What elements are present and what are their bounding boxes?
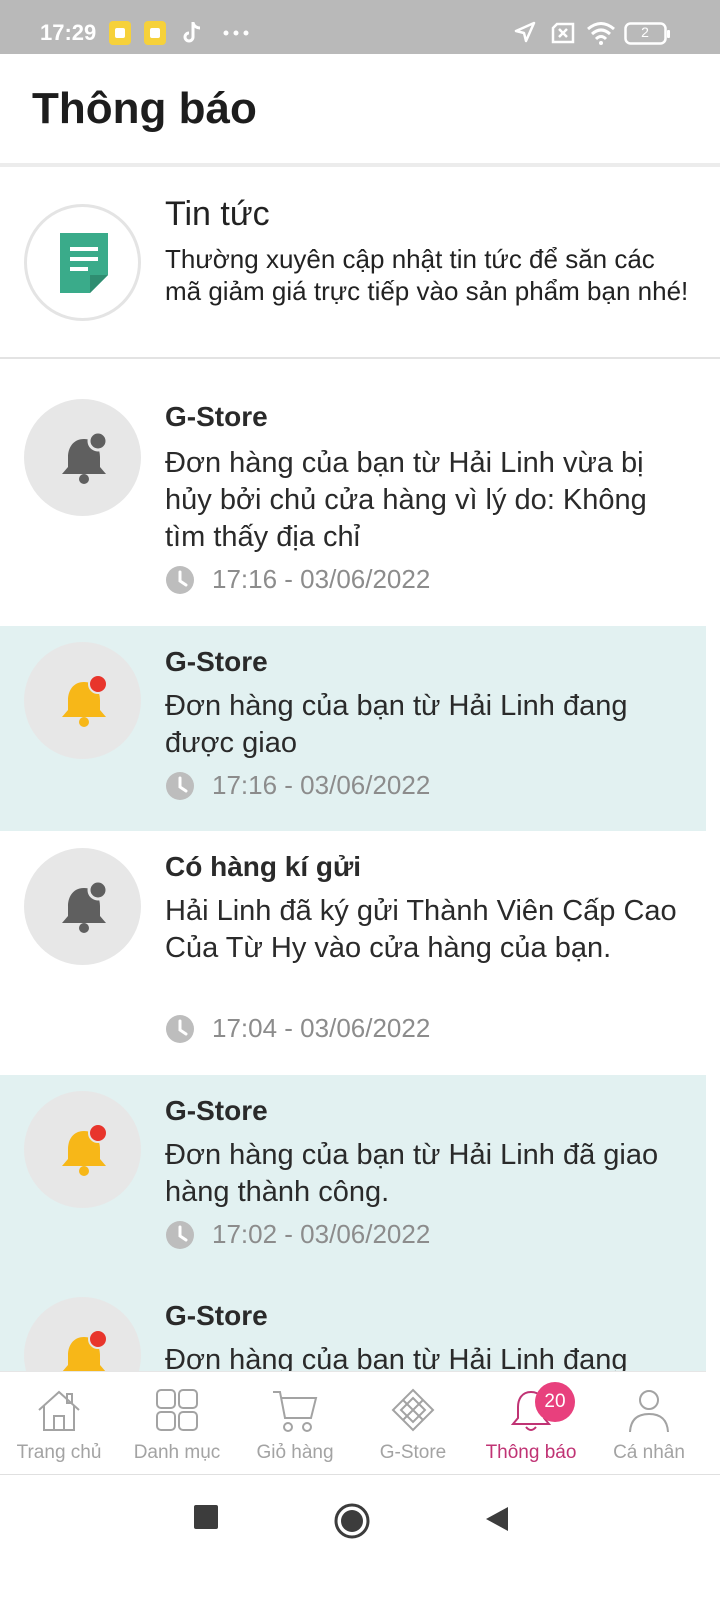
- clock-icon: [166, 772, 194, 800]
- news-item[interactable]: Tin tức Thường xuyên cập nhật tin tức để…: [0, 167, 720, 357]
- clock-icon: [166, 1221, 194, 1249]
- news-title: Tin tức: [165, 195, 270, 233]
- notification-item[interactable]: G-Store Đơn hàng của bạn từ Hải Linh đan…: [0, 626, 706, 831]
- document-icon: [60, 233, 108, 293]
- nav-label: Danh mục: [133, 1442, 221, 1463]
- back-triangle-icon[interactable]: [484, 1505, 510, 1533]
- notification-title: G-Store: [165, 1300, 268, 1331]
- news-avatar: [24, 204, 141, 321]
- nav-item-home[interactable]: Trang chủ: [0, 1372, 118, 1475]
- notification-body: Đơn hàng của bạn từ Hải Linh đang được g…: [165, 690, 628, 759]
- more-dots-icon: [223, 30, 249, 36]
- clock-icon: [166, 1015, 194, 1043]
- notification-item[interactable]: Có hàng kí gửi Hải Linh đã ký gửi Thành …: [0, 831, 706, 1075]
- notification-title: G-Store: [165, 646, 268, 677]
- nav-item-gstore[interactable]: G-Store: [354, 1372, 472, 1475]
- notification-time: 17:16 - 03/06/2022: [212, 564, 431, 594]
- status-bar: 17:29 2: [0, 0, 720, 54]
- bell-unread-icon: [62, 674, 108, 727]
- notification-body: Đơn hàng của bạn từ Hải Linh đang: [165, 1344, 628, 1371]
- nav-item-profile[interactable]: Cá nhân: [590, 1372, 708, 1475]
- cart-icon: [273, 1391, 318, 1432]
- notification-avatar: [24, 642, 141, 759]
- notification-avatar: [24, 848, 141, 965]
- notification-time: 17:02 - 03/06/2022: [212, 1219, 431, 1249]
- app-notification-icon: [109, 21, 131, 45]
- status-time: 17:29: [40, 20, 97, 45]
- notification-body: Đơn hàng của bạn từ Hải Linh đã giao hàn…: [165, 1139, 659, 1208]
- notification-item[interactable]: G-Store Đơn hàng của bạn từ Hải Linh đan…: [0, 1280, 706, 1371]
- clock-icon: [166, 566, 194, 594]
- grid-icon: [156, 1389, 198, 1431]
- wifi-icon: [587, 22, 615, 45]
- battery-icon: 2: [624, 22, 670, 45]
- home-icon: [38, 1390, 80, 1431]
- tiktok-icon: [183, 22, 201, 43]
- location-arrow-icon: [514, 21, 536, 43]
- nav-item-notifications[interactable]: 20 Thông báo: [472, 1372, 590, 1475]
- page-title: Thông báo: [32, 84, 257, 133]
- sim-x-icon: [551, 22, 575, 44]
- system-nav-bar: [0, 1475, 720, 1600]
- nav-label: Cá nhân: [613, 1442, 685, 1463]
- nav-label: Trang chủ: [16, 1442, 102, 1463]
- app-notification-icon: [144, 21, 166, 45]
- notification-time: 17:16 - 03/06/2022: [212, 770, 431, 800]
- bell-unread-icon: [62, 1123, 108, 1176]
- notification-title: Có hàng kí gửi: [165, 851, 362, 882]
- notification-title: G-Store: [165, 401, 268, 432]
- notification-item[interactable]: G-Store Đơn hàng của bạn từ Hải Linh vừa…: [0, 359, 706, 626]
- bell-read-icon: [62, 879, 109, 933]
- bottom-nav: Trang chủ Danh mục Giỏ hàng G-Store 20 T…: [0, 1371, 706, 1474]
- notification-item[interactable]: G-Store Đơn hàng của bạn từ Hải Linh đã …: [0, 1075, 706, 1280]
- notification-body: Hải Linh đã ký gửi Thành Viên Cấp Cao Củ…: [165, 895, 677, 964]
- notification-avatar: [24, 1297, 141, 1371]
- news-description: Thường xuyên cập nhật tin tức để săn các…: [165, 244, 689, 306]
- notification-count-badge: 20: [535, 1382, 575, 1422]
- gstore-logo-icon: [391, 1388, 435, 1432]
- notification-time: 17:04 - 03/06/2022: [212, 1013, 431, 1043]
- notification-avatar: [24, 1091, 141, 1208]
- home-circle-icon[interactable]: [334, 1503, 370, 1539]
- nav-item-cart[interactable]: Giỏ hàng: [236, 1372, 354, 1475]
- bell-read-icon: [62, 430, 109, 484]
- person-icon: [629, 1390, 669, 1433]
- notification-body: Đơn hàng của bạn từ Hải Linh vừa bị hủy …: [165, 447, 647, 553]
- nav-label: G-Store: [379, 1442, 447, 1463]
- page-header: Thông báo: [0, 54, 720, 164]
- battery-level: 2: [641, 24, 649, 40]
- bell-unread-icon: [62, 1329, 108, 1371]
- nav-label: Thông báo: [485, 1442, 577, 1463]
- recent-apps-icon[interactable]: [194, 1505, 218, 1529]
- nav-item-categories[interactable]: Danh mục: [118, 1372, 236, 1475]
- nav-label: Giỏ hàng: [256, 1442, 334, 1463]
- notification-title: G-Store: [165, 1095, 268, 1126]
- notification-avatar: [24, 399, 141, 516]
